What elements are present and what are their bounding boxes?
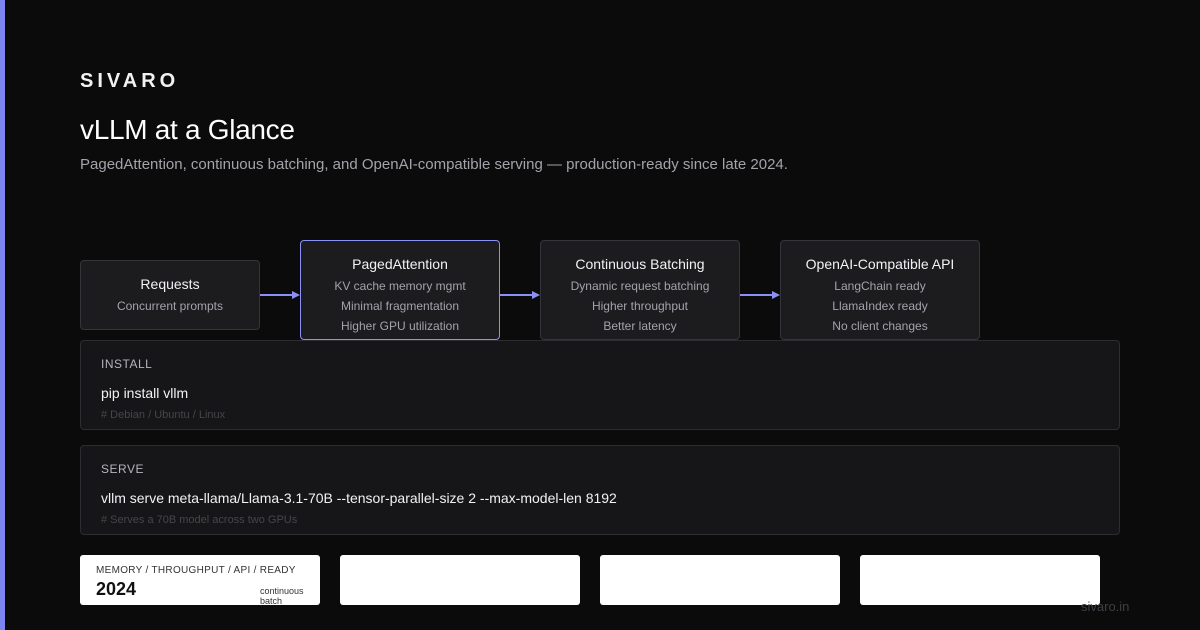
flow-node-title: OpenAI-Compatible API	[805, 256, 955, 272]
flow-node-title: Requests	[140, 276, 200, 292]
flow-connector	[740, 294, 774, 296]
serve-panel: SERVE vllm serve meta-llama/Llama-3.1-70…	[80, 445, 1120, 535]
serve-command[interactable]: vllm serve meta-llama/Llama-3.1-70B --te…	[101, 490, 617, 506]
stat-card	[340, 555, 580, 605]
flow-node-continuous-batching: Continuous Batching Dynamic request batc…	[540, 240, 740, 340]
flow-connector	[500, 294, 534, 296]
arrow-right-icon	[772, 291, 780, 299]
stat-card	[600, 555, 840, 605]
stat-card	[860, 555, 1100, 605]
arrow-right-icon	[532, 291, 540, 299]
stat-card: MEMORY / THROUGHPUT / API / READY 2024 c…	[80, 555, 320, 605]
flow-node-openai-api: OpenAI-Compatible API LangChain ready Ll…	[780, 240, 980, 340]
install-command[interactable]: pip install vllm	[101, 385, 188, 401]
stat-value: 2024	[96, 579, 137, 599]
footer-url[interactable]: sivaro.in	[1081, 599, 1129, 614]
flow-node-detail: KV cache memory mgmt	[334, 279, 466, 293]
flow-node-detail: Higher GPU utilization	[340, 319, 460, 333]
flow-node-detail: Better latency	[603, 319, 677, 333]
stat-label: MEMORY / THROUGHPUT / API / READY	[96, 565, 296, 576]
install-note: # Debian / Ubuntu / Linux	[101, 409, 226, 421]
arrow-right-icon	[292, 291, 300, 299]
serve-label: SERVE	[101, 462, 144, 476]
flow-node-requests: Requests Concurrent prompts	[80, 260, 260, 330]
install-panel: INSTALL pip install vllm # Debian / Ubun…	[80, 340, 1120, 430]
flow-node-title: PagedAttention	[352, 256, 448, 272]
flow-node-detail: Concurrent prompts	[116, 299, 224, 313]
flow-node-detail: Dynamic request batching	[570, 279, 710, 293]
serve-note: # Serves a 70B model across two GPUs	[101, 514, 298, 526]
flow-node-detail: LlamaIndex ready	[832, 299, 928, 313]
stat-unit: continuous batch	[260, 586, 304, 605]
flow-node-detail: LangChain ready	[834, 279, 926, 293]
install-label: INSTALL	[101, 357, 153, 371]
architecture-flow: Requests Concurrent prompts PagedAttenti…	[0, 0, 1200, 630]
flow-node-detail: No client changes	[832, 319, 928, 333]
flow-node-pagedattention: PagedAttention KV cache memory mgmt Mini…	[300, 240, 500, 340]
flow-node-detail: Higher throughput	[591, 299, 689, 313]
flow-node-title: Continuous Batching	[575, 256, 705, 272]
flow-node-detail: Minimal fragmentation	[340, 299, 460, 313]
flow-connector	[260, 294, 294, 296]
